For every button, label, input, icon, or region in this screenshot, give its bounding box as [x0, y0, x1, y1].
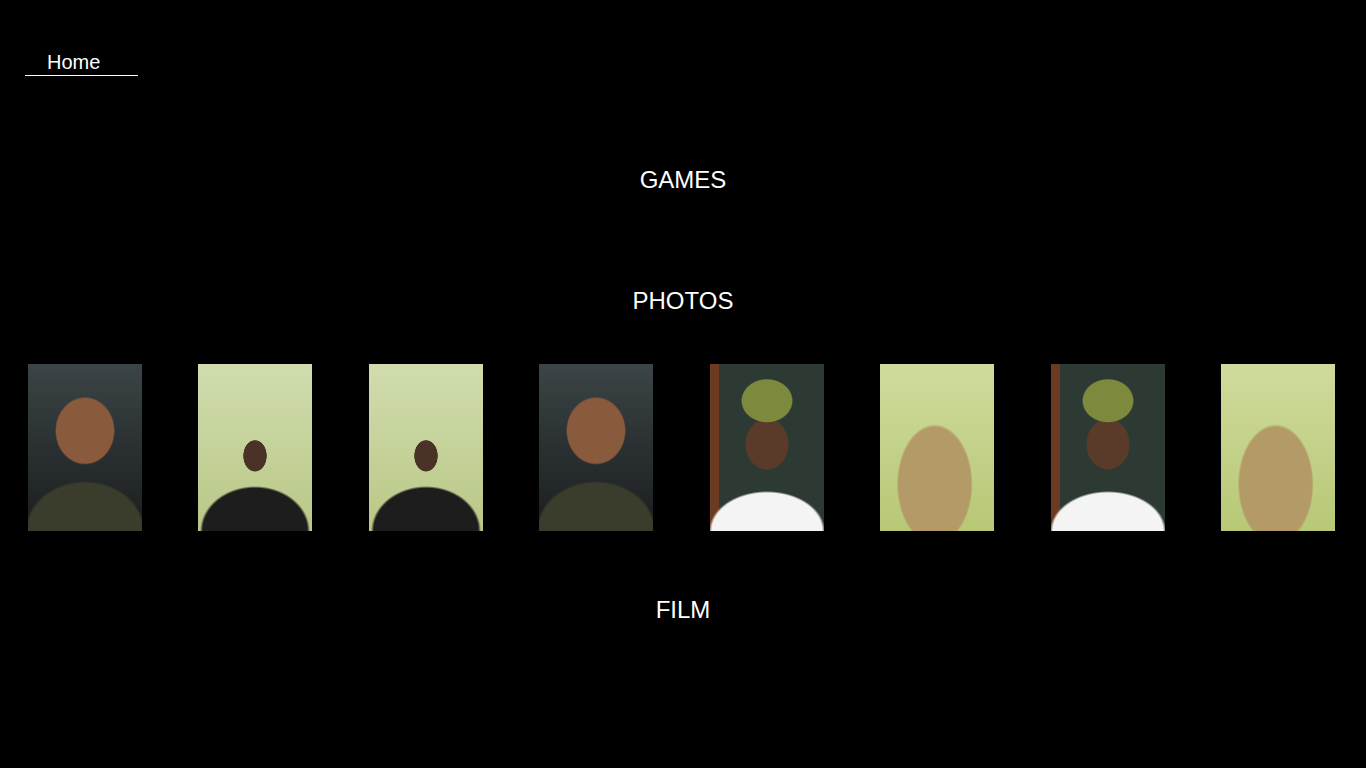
section-title[interactable]: FILM — [0, 596, 1366, 624]
photo[interactable] — [710, 364, 824, 531]
photo[interactable] — [198, 364, 312, 531]
photo[interactable] — [880, 364, 994, 531]
home-link[interactable]: Home — [25, 50, 138, 76]
header: Home — [0, 0, 1366, 76]
photo[interactable] — [1051, 364, 1165, 531]
photo-gallery — [0, 364, 1366, 531]
photo[interactable] — [28, 364, 142, 531]
section-title[interactable]: GAMES — [0, 166, 1366, 194]
photo[interactable] — [369, 364, 483, 531]
photo[interactable] — [539, 364, 653, 531]
section-title[interactable]: PHOTOS — [0, 287, 1366, 315]
photo[interactable] — [1221, 364, 1335, 531]
